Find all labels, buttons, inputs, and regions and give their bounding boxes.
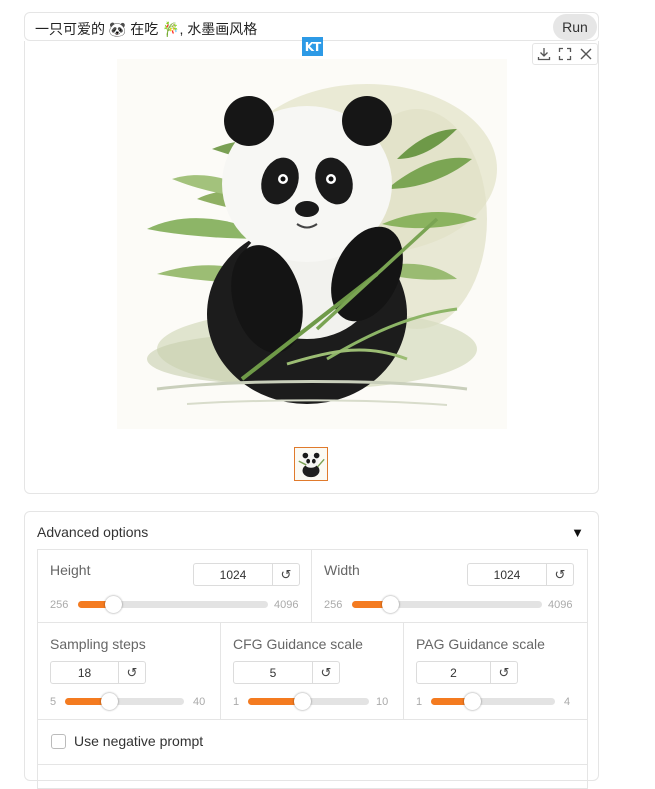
sampling-steps-value[interactable]: 18 [51, 662, 118, 683]
sampling-steps-number-input[interactable]: 18 ↺ [50, 661, 146, 684]
width-value[interactable]: 1024 [468, 564, 546, 585]
cfg-guidance-number-input[interactable]: 5 ↺ [233, 661, 340, 684]
height-slider-handle[interactable] [104, 596, 122, 613]
height-number-input[interactable]: 1024 ↺ [193, 563, 300, 586]
cfg-guidance-label: CFG Guidance scale [233, 636, 363, 652]
cfg-guidance-control: CFG Guidance scale 5 ↺ 1 10 [221, 623, 404, 720]
height-max: 4096 [274, 599, 299, 611]
reset-icon[interactable]: ↺ [312, 662, 339, 683]
prompt-text[interactable]: 一只可爱的 🐼 在吃 🎋, 水墨画风格 [35, 19, 257, 39]
cfg-guidance-value[interactable]: 5 [234, 662, 312, 683]
pag-guidance-min: 1 [416, 696, 423, 708]
width-slider-handle[interactable] [382, 596, 399, 613]
pag-guidance-number-input[interactable]: 2 ↺ [416, 661, 518, 684]
cfg-guidance-slider[interactable] [248, 693, 369, 710]
pag-guidance-slider[interactable] [431, 693, 555, 710]
reset-icon[interactable]: ↺ [118, 662, 145, 683]
gallery-toolbar [532, 43, 598, 65]
negative-prompt-label[interactable]: Use negative prompt [74, 733, 203, 749]
advanced-options-panel: Advanced options ▼ Height 1024 ↺ 256 409… [24, 511, 599, 789]
gallery-thumbnail[interactable] [294, 447, 328, 481]
pag-guidance-max: 4 [564, 696, 571, 708]
cfg-guidance-min: 1 [233, 696, 240, 708]
run-button[interactable]: Run [553, 14, 597, 40]
pag-guidance-control: PAG Guidance scale 2 ↺ 1 4 [404, 623, 587, 720]
generated-panda-image[interactable] [117, 59, 507, 429]
sampling-steps-max: 40 [193, 696, 206, 708]
sampling-steps-control: Sampling steps 18 ↺ 5 40 [38, 623, 221, 720]
width-min: 256 [324, 599, 343, 611]
reset-icon[interactable]: ↺ [546, 564, 573, 585]
cfg-guidance-slider-handle[interactable] [293, 693, 311, 710]
width-control: Width 1024 ↺ 256 4096 [312, 550, 587, 623]
sampling-steps-slider[interactable] [65, 693, 184, 710]
pag-guidance-value[interactable]: 2 [417, 662, 490, 683]
advanced-options-body: Height 1024 ↺ 256 4096 Width 1024 ↺ 256 [37, 549, 588, 789]
sampling-steps-min: 5 [50, 696, 57, 708]
sampling-steps-slider-handle[interactable] [101, 693, 119, 710]
width-slider[interactable] [352, 596, 542, 613]
close-icon[interactable] [578, 46, 594, 62]
width-label: Width [324, 562, 360, 578]
pag-guidance-slider-handle[interactable] [464, 693, 482, 710]
width-number-input[interactable]: 1024 ↺ [467, 563, 574, 586]
sampling-steps-label: Sampling steps [50, 636, 146, 652]
height-value[interactable]: 1024 [194, 564, 272, 585]
height-slider[interactable] [78, 596, 268, 613]
cfg-guidance-max: 10 [376, 696, 389, 708]
reset-icon[interactable]: ↺ [490, 662, 517, 683]
advanced-options-title[interactable]: Advanced options [37, 524, 148, 540]
reset-icon[interactable]: ↺ [272, 564, 299, 585]
fullscreen-icon[interactable] [557, 46, 573, 62]
negative-prompt-checkbox[interactable] [51, 734, 66, 749]
width-max: 4096 [548, 599, 573, 611]
image-gallery [24, 41, 599, 494]
height-control: Height 1024 ↺ 256 4096 [38, 550, 312, 623]
pag-guidance-label: PAG Guidance scale [416, 636, 545, 652]
download-icon[interactable] [536, 46, 552, 62]
triangle-down-icon[interactable]: ▼ [571, 525, 584, 540]
height-label: Height [50, 562, 91, 578]
height-min: 256 [50, 599, 69, 611]
